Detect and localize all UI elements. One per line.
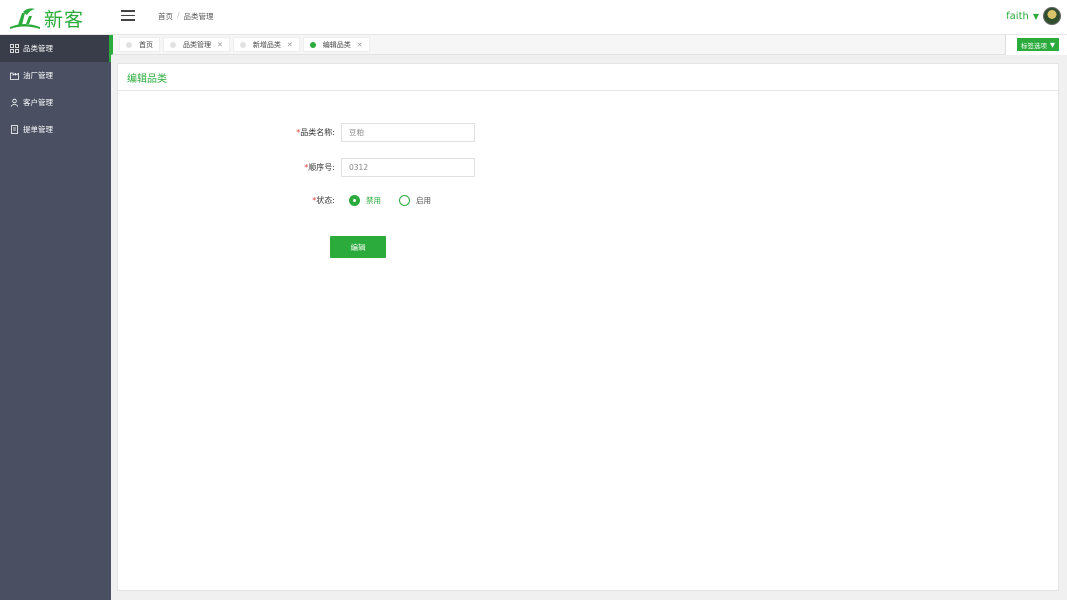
caret-down-icon[interactable]: ▼ <box>1033 12 1039 21</box>
sidebar-item-label: 油厂管理 <box>23 71 53 80</box>
sidebar-item-bill[interactable]: 提单管理 <box>0 116 111 143</box>
tab-add-category[interactable]: 新增品类 ✕ <box>232 37 300 52</box>
tab-edit-category[interactable]: 编辑品类 ✕ <box>302 37 370 52</box>
tab-home[interactable]: 首页 <box>119 37 160 52</box>
tab-dot-icon <box>126 41 132 48</box>
status-label: *状态: <box>312 196 335 205</box>
logo-icon <box>10 8 40 29</box>
sidebar-item-customer[interactable]: 客户管理 <box>0 89 111 116</box>
name-label: *品类名称: <box>296 128 335 137</box>
factory-icon <box>10 71 19 80</box>
logo-text: 新客 <box>44 8 85 31</box>
breadcrumb-home[interactable]: 首页 <box>158 11 173 22</box>
sidebar-item-label: 客户管理 <box>23 98 53 107</box>
form-row-status: *状态: 禁用 启用 <box>261 195 431 206</box>
avatar[interactable] <box>1043 7 1061 25</box>
form-row-name: *品类名称: 豆粕 <box>261 123 475 142</box>
radio-unchecked-icon <box>399 195 410 206</box>
user-name[interactable]: faith <box>1006 11 1029 22</box>
tab-options-button[interactable]: 标签选项 ▼ <box>1017 38 1059 51</box>
tab-label: 品类管理 <box>183 40 211 49</box>
form-row-order: *顺序号: 0312 <box>261 158 475 177</box>
user-menu[interactable]: faith ▼ <box>1006 7 1061 25</box>
tab-dot-icon <box>309 41 316 48</box>
status-enabled-radio[interactable]: 启用 <box>399 195 431 206</box>
radio-checked-icon <box>349 195 360 206</box>
sidebar-item-label: 提单管理 <box>23 125 53 134</box>
users-icon <box>10 98 19 107</box>
status-disabled-radio[interactable]: 禁用 <box>349 195 381 206</box>
sidebar-item-factory[interactable]: 油厂管理 <box>0 62 111 89</box>
breadcrumb-separator: / <box>177 11 180 20</box>
tab-label: 新增品类 <box>252 40 281 49</box>
tab-dot-icon <box>239 41 246 48</box>
tab-bar: 首页 品类管理 ✕ 新增品类 ✕ 编辑品类 ✕ 标签选项 ▼ <box>111 35 1067 55</box>
tab-label: 编辑品类 <box>322 40 351 49</box>
document-icon <box>10 125 19 134</box>
breadcrumb: 首页 / 品类管理 <box>158 11 214 22</box>
sidebar-item-label: 品类管理 <box>23 44 53 53</box>
order-number-input[interactable]: 0312 <box>341 158 475 177</box>
grid-icon <box>10 44 19 53</box>
edit-category-card: 编辑品类 *品类名称: 豆粕 *顺序号: 0312 *状态: 禁用 启用 编辑 <box>117 63 1059 591</box>
tab-label: 首页 <box>139 40 153 49</box>
radio-label: 禁用 <box>366 196 381 205</box>
tab-list: 首页 品类管理 ✕ 新增品类 ✕ 编辑品类 ✕ <box>119 37 370 52</box>
caret-down-icon: ▼ <box>1050 40 1055 49</box>
submit-button[interactable]: 编辑 <box>330 236 386 258</box>
tab-options-label: 标签选项 <box>1021 41 1047 50</box>
close-icon[interactable]: ✕ <box>287 41 293 49</box>
logo: 新客 <box>8 6 85 31</box>
radio-label: 启用 <box>416 196 431 205</box>
tab-category[interactable]: 品类管理 ✕ <box>163 37 230 52</box>
tab-dot-icon <box>170 41 176 48</box>
category-name-input[interactable]: 豆粕 <box>341 123 475 142</box>
close-icon[interactable]: ✕ <box>217 41 223 49</box>
sidebar-item-category[interactable]: 品类管理 <box>0 35 111 62</box>
card-title: 编辑品类 <box>118 64 1058 91</box>
breadcrumb-current: 品类管理 <box>183 12 214 21</box>
order-label: *顺序号: <box>304 163 335 172</box>
close-icon[interactable]: ✕ <box>357 41 363 49</box>
tab-options-container: 标签选项 ▼ <box>1005 35 1067 55</box>
sidebar: 品类管理 油厂管理 客户管理 提单管理 <box>0 35 111 600</box>
top-bar: 新客 首页 / 品类管理 faith ▼ <box>0 0 1067 35</box>
menu-toggle-icon[interactable] <box>121 10 135 22</box>
